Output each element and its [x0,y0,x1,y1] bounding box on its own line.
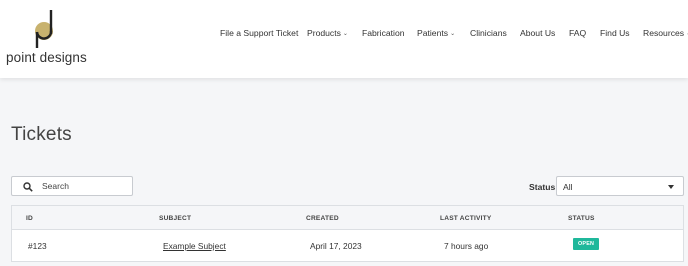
search-box[interactable] [11,176,133,196]
nav-resources[interactable]: Resources⌄ [643,28,688,38]
column-header-subject: SUBJECT [159,215,192,222]
brand-name: point designs [6,50,87,65]
point-designs-logo-icon [35,10,53,48]
brand-logo[interactable]: point designs [6,10,87,66]
status-badge: OPEN [573,238,600,250]
site-header: point designs File a Support Ticket Prod… [0,0,688,78]
ticket-id: #123 [28,241,47,251]
nav-products[interactable]: Products ⌄ [307,28,348,38]
nav-fabrication[interactable]: Fabrication [362,28,405,38]
nav-faq[interactable]: FAQ [569,28,586,38]
column-header-id: ID [26,215,33,222]
nav-clinicians[interactable]: Clinicians [470,28,507,38]
ticket-last-activity: 7 hours ago [444,241,489,251]
column-header-status: STATUS [568,215,595,222]
chevron-down-icon: ⌄ [450,31,456,37]
nav-file-support-ticket[interactable]: File a Support Ticket [220,28,298,38]
column-header-last-activity: LAST ACTIVITY [440,215,492,222]
search-input[interactable] [42,179,128,193]
page-title: Tickets [11,124,72,145]
nav-find-us[interactable]: Find Us [600,28,630,38]
caret-down-icon [668,185,674,189]
chevron-down-icon: ⌄ [342,31,348,37]
status-filter-select[interactable]: All [556,176,684,196]
column-header-created: CREATED [306,215,339,222]
tickets-table: ID SUBJECT CREATED LAST ACTIVITY STATUS … [11,205,684,262]
status-filter-value: All [563,182,573,192]
ticket-subject-link[interactable]: Example Subject [163,241,226,251]
nav-about-us[interactable]: About Us [520,28,555,38]
ticket-created: April 17, 2023 [310,241,362,251]
search-icon [23,182,33,192]
status-filter-label: Status [529,182,556,192]
table-header: ID SUBJECT CREATED LAST ACTIVITY STATUS [12,206,683,230]
nav-patients[interactable]: Patients ⌄ [417,28,455,38]
